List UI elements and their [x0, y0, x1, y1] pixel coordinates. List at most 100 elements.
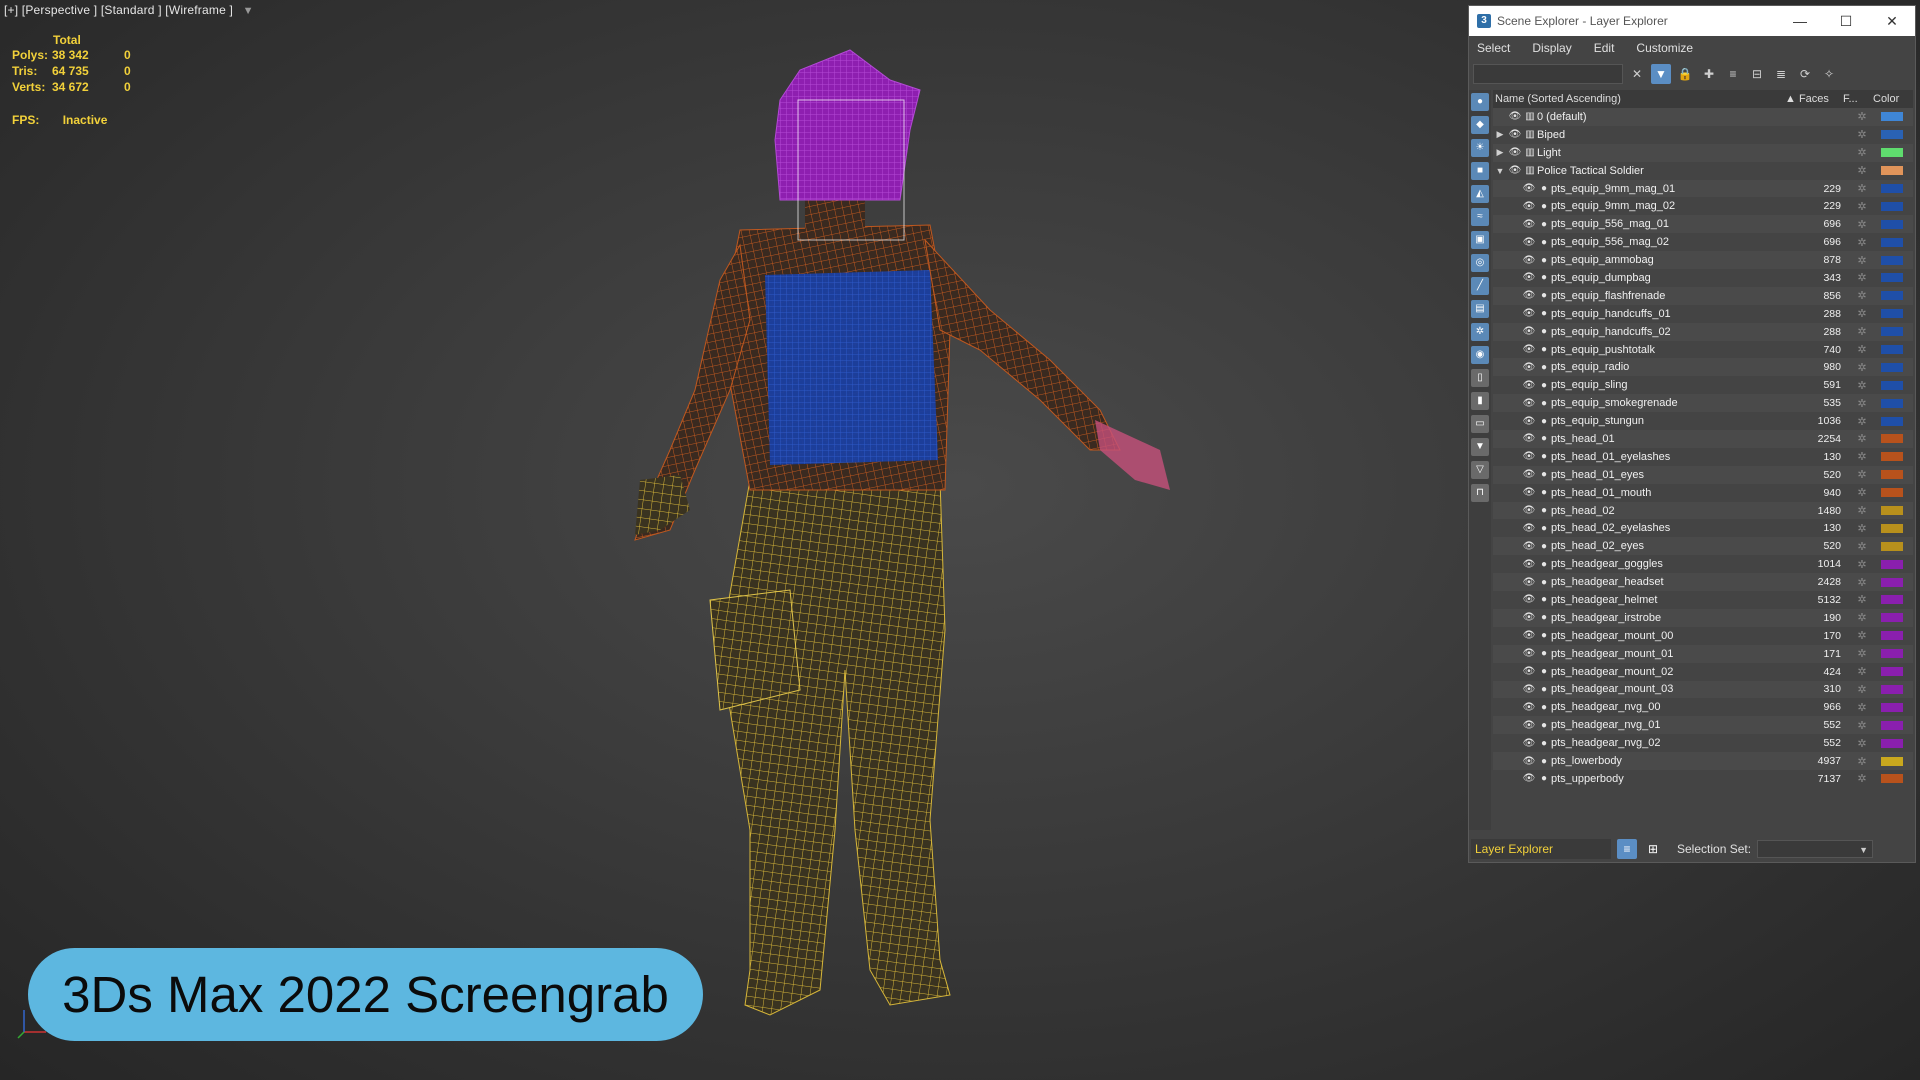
freeze-icon[interactable]: ✲ [1847, 182, 1877, 195]
layer-name[interactable]: pts_equip_smokegrenade [1551, 397, 1801, 409]
layer-row[interactable]: 👁 ● pts_head_02_eyes 520 ✲ [1493, 537, 1913, 556]
layer-name[interactable]: pts_equip_pushtotalk [1551, 344, 1801, 356]
color-swatch[interactable] [1881, 470, 1903, 480]
lights-filter-icon[interactable]: ☀ [1471, 139, 1489, 157]
layer-name[interactable]: pts_head_01_eyelashes [1551, 451, 1801, 463]
containers-filter-icon[interactable]: ▤ [1471, 300, 1489, 318]
layer-row[interactable]: 👁 ● pts_lowerbody 4937 ✲ [1493, 752, 1913, 770]
color-swatch[interactable] [1881, 219, 1903, 229]
explorer-name-field[interactable]: Layer Explorer [1471, 839, 1611, 859]
layer-row[interactable]: 👁 ● pts_equip_dumpbag 343 ✲ [1493, 269, 1913, 287]
hierarchy-mode-icon[interactable]: ⊞ [1643, 839, 1663, 859]
render-dot-icon[interactable]: ● [1537, 594, 1551, 605]
render-dot-icon[interactable]: ● [1537, 451, 1551, 462]
render-dot-icon[interactable]: ● [1537, 219, 1551, 230]
layer-row[interactable]: 👁 ● pts_head_01 2254 ✲ [1493, 430, 1913, 448]
filter-icon[interactable]: ▼ [1651, 64, 1671, 84]
visibility-eye-icon[interactable]: 👁 [1521, 308, 1537, 319]
layer-row[interactable]: 👁 ● pts_equip_handcuffs_02 288 ✲ [1493, 322, 1913, 341]
freeze-icon[interactable]: ✲ [1847, 558, 1877, 571]
layer-row[interactable]: 👁 ● pts_head_01_eyes 520 ✲ [1493, 465, 1913, 484]
layer-row[interactable]: 👁 ▥ 0 (default) ✲ [1493, 108, 1913, 126]
search-input[interactable] [1473, 64, 1623, 84]
color-swatch[interactable] [1881, 362, 1903, 372]
color-swatch[interactable] [1881, 452, 1903, 462]
layer-row[interactable]: 👁 ● pts_headgear_mount_03 310 ✲ [1493, 680, 1913, 699]
visibility-eye-icon[interactable]: 👁 [1521, 380, 1537, 391]
freeze-icon[interactable]: ✲ [1847, 218, 1877, 231]
freeze-icon[interactable]: ✲ [1847, 379, 1877, 392]
freeze-icon[interactable]: ✲ [1847, 755, 1877, 768]
display-all-icon[interactable]: ▯ [1471, 369, 1489, 387]
layer-row[interactable]: 👁 ● pts_headgear_nvg_01 552 ✲ [1493, 716, 1913, 735]
visibility-eye-icon[interactable]: 👁 [1521, 648, 1537, 659]
viewport-label-text[interactable]: [+] [Perspective ] [Standard ] [Wirefram… [4, 3, 233, 17]
render-dot-icon[interactable]: ● [1537, 344, 1551, 355]
layer-name[interactable]: pts_equip_handcuffs_02 [1551, 326, 1801, 338]
freeze-icon[interactable]: ✲ [1847, 450, 1877, 463]
layer-row[interactable]: 👁 ● pts_head_02_eyelashes 130 ✲ [1493, 519, 1913, 537]
menu-customize[interactable]: Customize [1636, 41, 1693, 55]
layer-name[interactable]: pts_equip_stungun [1551, 415, 1801, 427]
layer-name[interactable]: pts_headgear_headset [1551, 576, 1801, 588]
freeze-icon[interactable]: ✲ [1847, 737, 1877, 750]
freeze-icon[interactable]: ✲ [1847, 200, 1877, 213]
freeze-icon[interactable]: ✲ [1847, 254, 1877, 267]
visibility-eye-icon[interactable]: 👁 [1521, 398, 1537, 409]
layer-name[interactable]: pts_head_01_eyes [1551, 469, 1801, 481]
visibility-eye-icon[interactable]: 👁 [1521, 469, 1537, 480]
render-dot-icon[interactable]: ● [1537, 612, 1551, 623]
filter-options-icon[interactable]: ▼ [1471, 438, 1489, 456]
color-swatch[interactable] [1881, 667, 1903, 677]
visibility-eye-icon[interactable]: 👁 [1521, 326, 1537, 337]
layer-row[interactable]: 👁 ● pts_headgear_goggles 1014 ✲ [1493, 555, 1913, 573]
freeze-icon[interactable]: ✲ [1847, 486, 1877, 499]
layer-name[interactable]: pts_headgear_irstrobe [1551, 612, 1801, 624]
groups-filter-icon[interactable]: ▣ [1471, 231, 1489, 249]
render-dot-icon[interactable]: ● [1537, 702, 1551, 713]
minimize-icon[interactable]: — [1777, 13, 1823, 29]
color-swatch[interactable] [1881, 649, 1903, 659]
maximize-icon[interactable]: ☐ [1823, 13, 1869, 30]
expand-arrow-icon[interactable]: ▶ [1493, 147, 1507, 158]
visibility-eye-icon[interactable]: 👁 [1521, 219, 1537, 230]
freeze-icon[interactable]: ✲ [1847, 468, 1877, 481]
viewport-label[interactable]: [+] [Perspective ] [Standard ] [Wirefram… [4, 3, 254, 17]
render-dot-icon[interactable]: ● [1537, 541, 1551, 552]
color-swatch[interactable] [1881, 255, 1903, 265]
visibility-eye-icon[interactable]: 👁 [1521, 684, 1537, 695]
color-swatch[interactable] [1881, 273, 1903, 283]
viewport-filter-icon[interactable]: ▼ [243, 5, 254, 17]
color-swatch[interactable] [1881, 345, 1903, 355]
visibility-eye-icon[interactable]: 👁 [1507, 147, 1523, 158]
color-swatch[interactable] [1881, 506, 1903, 516]
visibility-eye-icon[interactable]: 👁 [1521, 290, 1537, 301]
layer-name[interactable]: pts_head_02_eyes [1551, 540, 1801, 552]
color-swatch[interactable] [1881, 577, 1903, 587]
layer-row[interactable]: 👁 ● pts_headgear_irstrobe 190 ✲ [1493, 608, 1913, 627]
freeze-icon[interactable]: ✲ [1847, 397, 1877, 410]
visibility-eye-icon[interactable]: 👁 [1521, 666, 1537, 677]
render-dot-icon[interactable]: ● [1537, 362, 1551, 373]
visibility-eye-icon[interactable]: 👁 [1521, 541, 1537, 552]
expand-arrow-icon[interactable]: ▶ [1493, 129, 1507, 140]
color-swatch[interactable] [1881, 416, 1903, 426]
layer-name[interactable]: pts_headgear_goggles [1551, 558, 1801, 570]
layer-row[interactable]: 👁 ● pts_equip_flashfrenade 856 ✲ [1493, 286, 1913, 305]
visibility-eye-icon[interactable]: 👁 [1521, 612, 1537, 623]
layer-row[interactable]: 👁 ● pts_headgear_headset 2428 ✲ [1493, 573, 1913, 592]
freeze-icon[interactable]: ✲ [1847, 361, 1877, 374]
freeze-icon[interactable]: ✲ [1847, 683, 1877, 696]
freeze-icon[interactable]: ✲ [1847, 415, 1877, 428]
render-dot-icon[interactable]: ● [1537, 290, 1551, 301]
filter-funnel-icon[interactable]: ▽ [1471, 461, 1489, 479]
freeze-icon[interactable]: ✲ [1847, 593, 1877, 606]
frozen-filter-icon[interactable]: ✲ [1471, 323, 1489, 341]
color-swatch[interactable] [1881, 488, 1903, 498]
color-swatch[interactable] [1881, 720, 1903, 730]
freeze-icon[interactable]: ✲ [1847, 647, 1877, 660]
freeze-icon[interactable]: ✲ [1847, 522, 1877, 535]
layer-row[interactable]: 👁 ● pts_headgear_helmet 5132 ✲ [1493, 591, 1913, 609]
color-swatch[interactable] [1881, 541, 1903, 551]
sync-icon[interactable]: ⟳ [1795, 64, 1815, 84]
